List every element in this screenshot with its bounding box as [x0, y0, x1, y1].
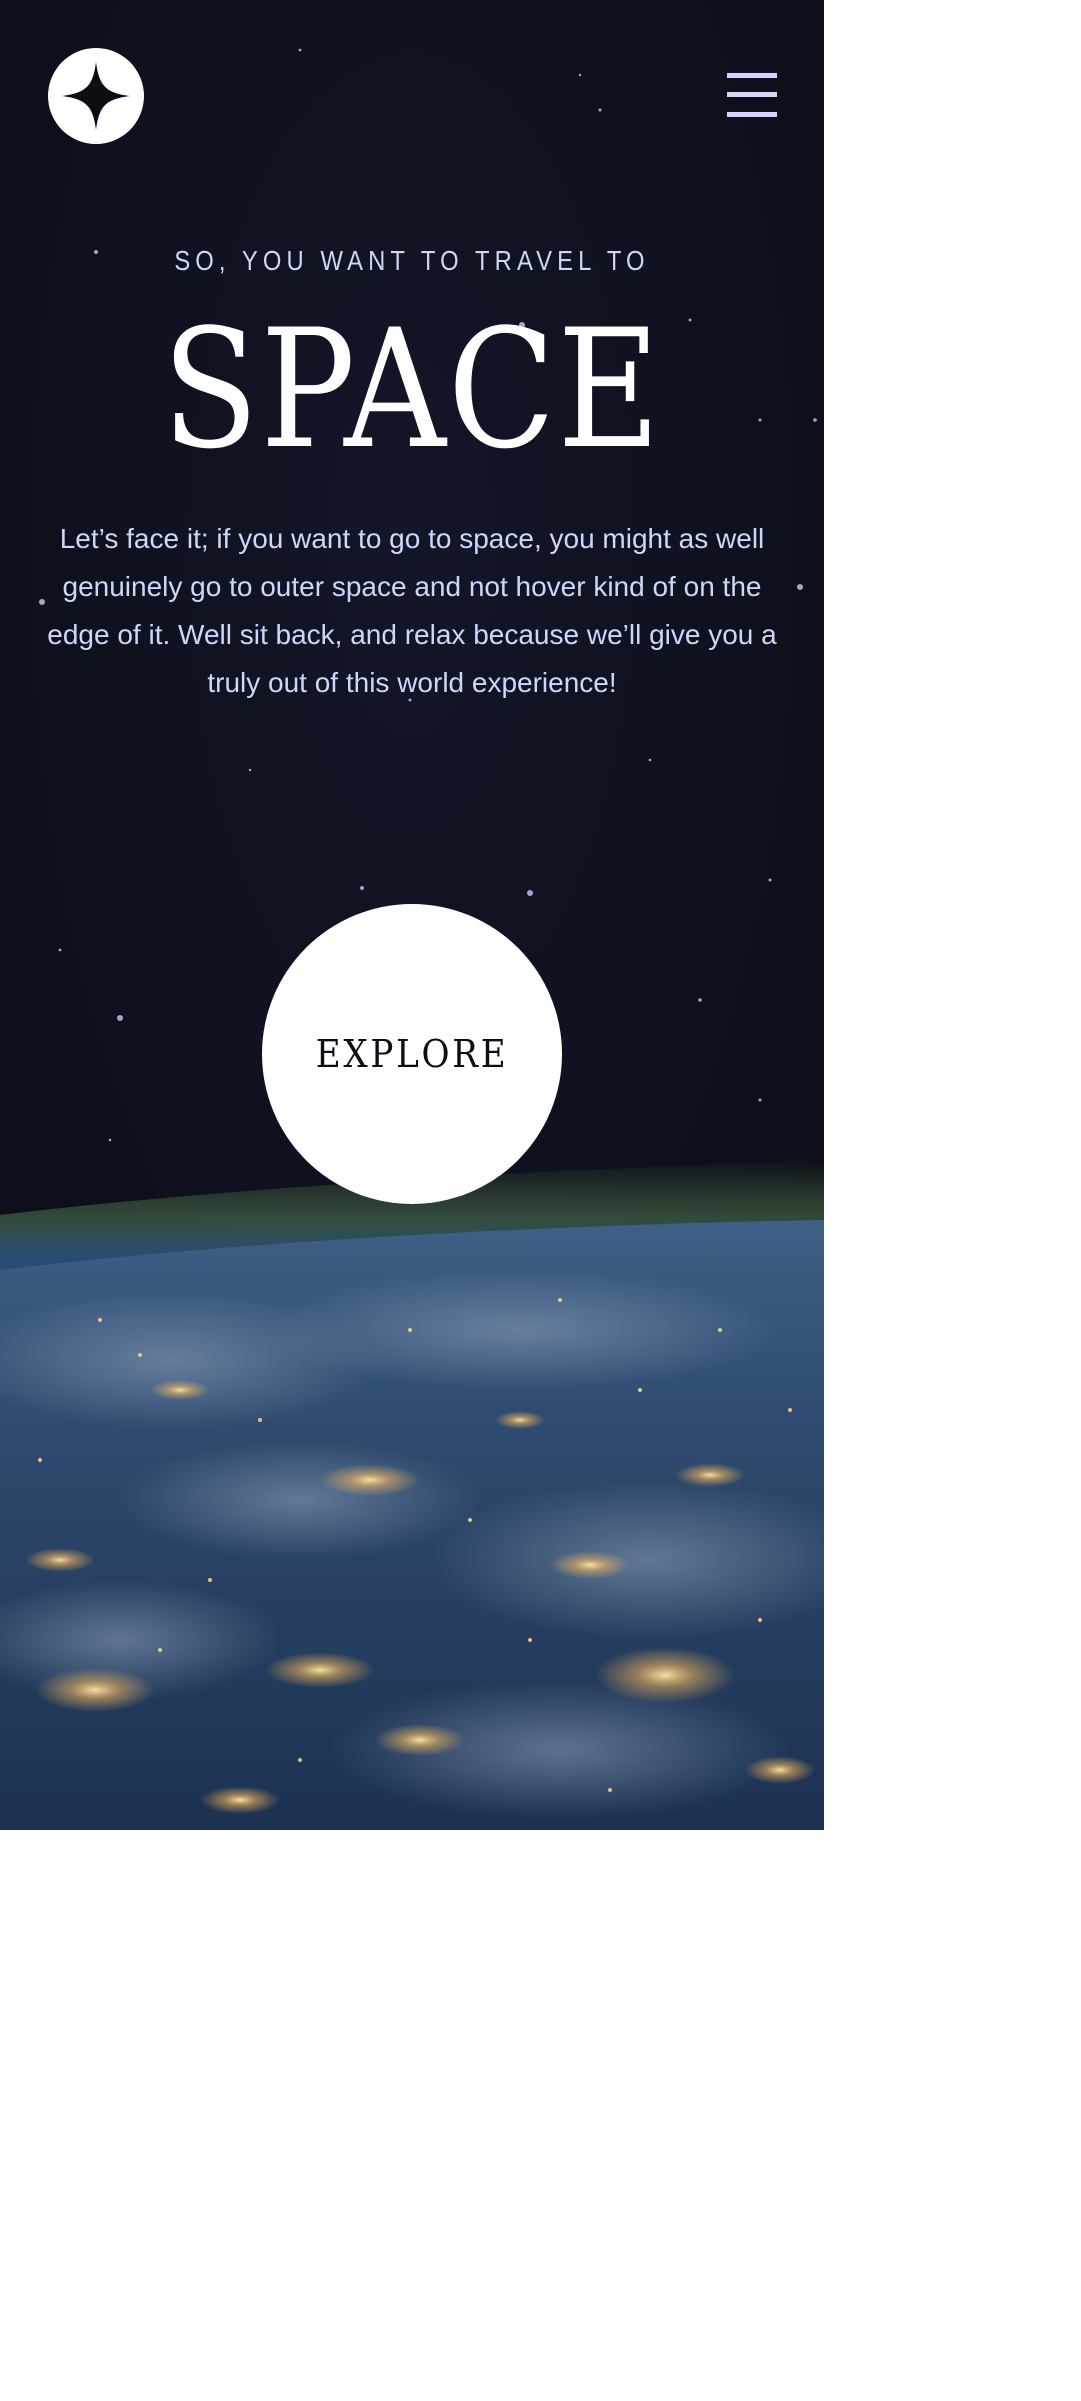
menu-bar — [727, 92, 777, 97]
hero-eyebrow: SO, YOU WANT TO TRAVEL TO — [174, 245, 650, 276]
hamburger-menu-icon[interactable] — [727, 73, 777, 117]
header — [0, 0, 824, 190]
menu-bar — [727, 112, 777, 117]
hero-title: SPACE — [162, 294, 662, 485]
four-point-star-icon[interactable] — [48, 48, 144, 144]
hero-description: Let’s face it; if you want to go to spac… — [47, 523, 777, 698]
menu-bar — [727, 73, 777, 78]
home-screen: SO, YOU WANT TO TRAVEL TO SPACE Let’s fa… — [0, 0, 824, 1830]
explore-label: EXPLORE — [315, 1032, 509, 1076]
explore-button[interactable]: EXPLORE — [262, 904, 562, 1204]
